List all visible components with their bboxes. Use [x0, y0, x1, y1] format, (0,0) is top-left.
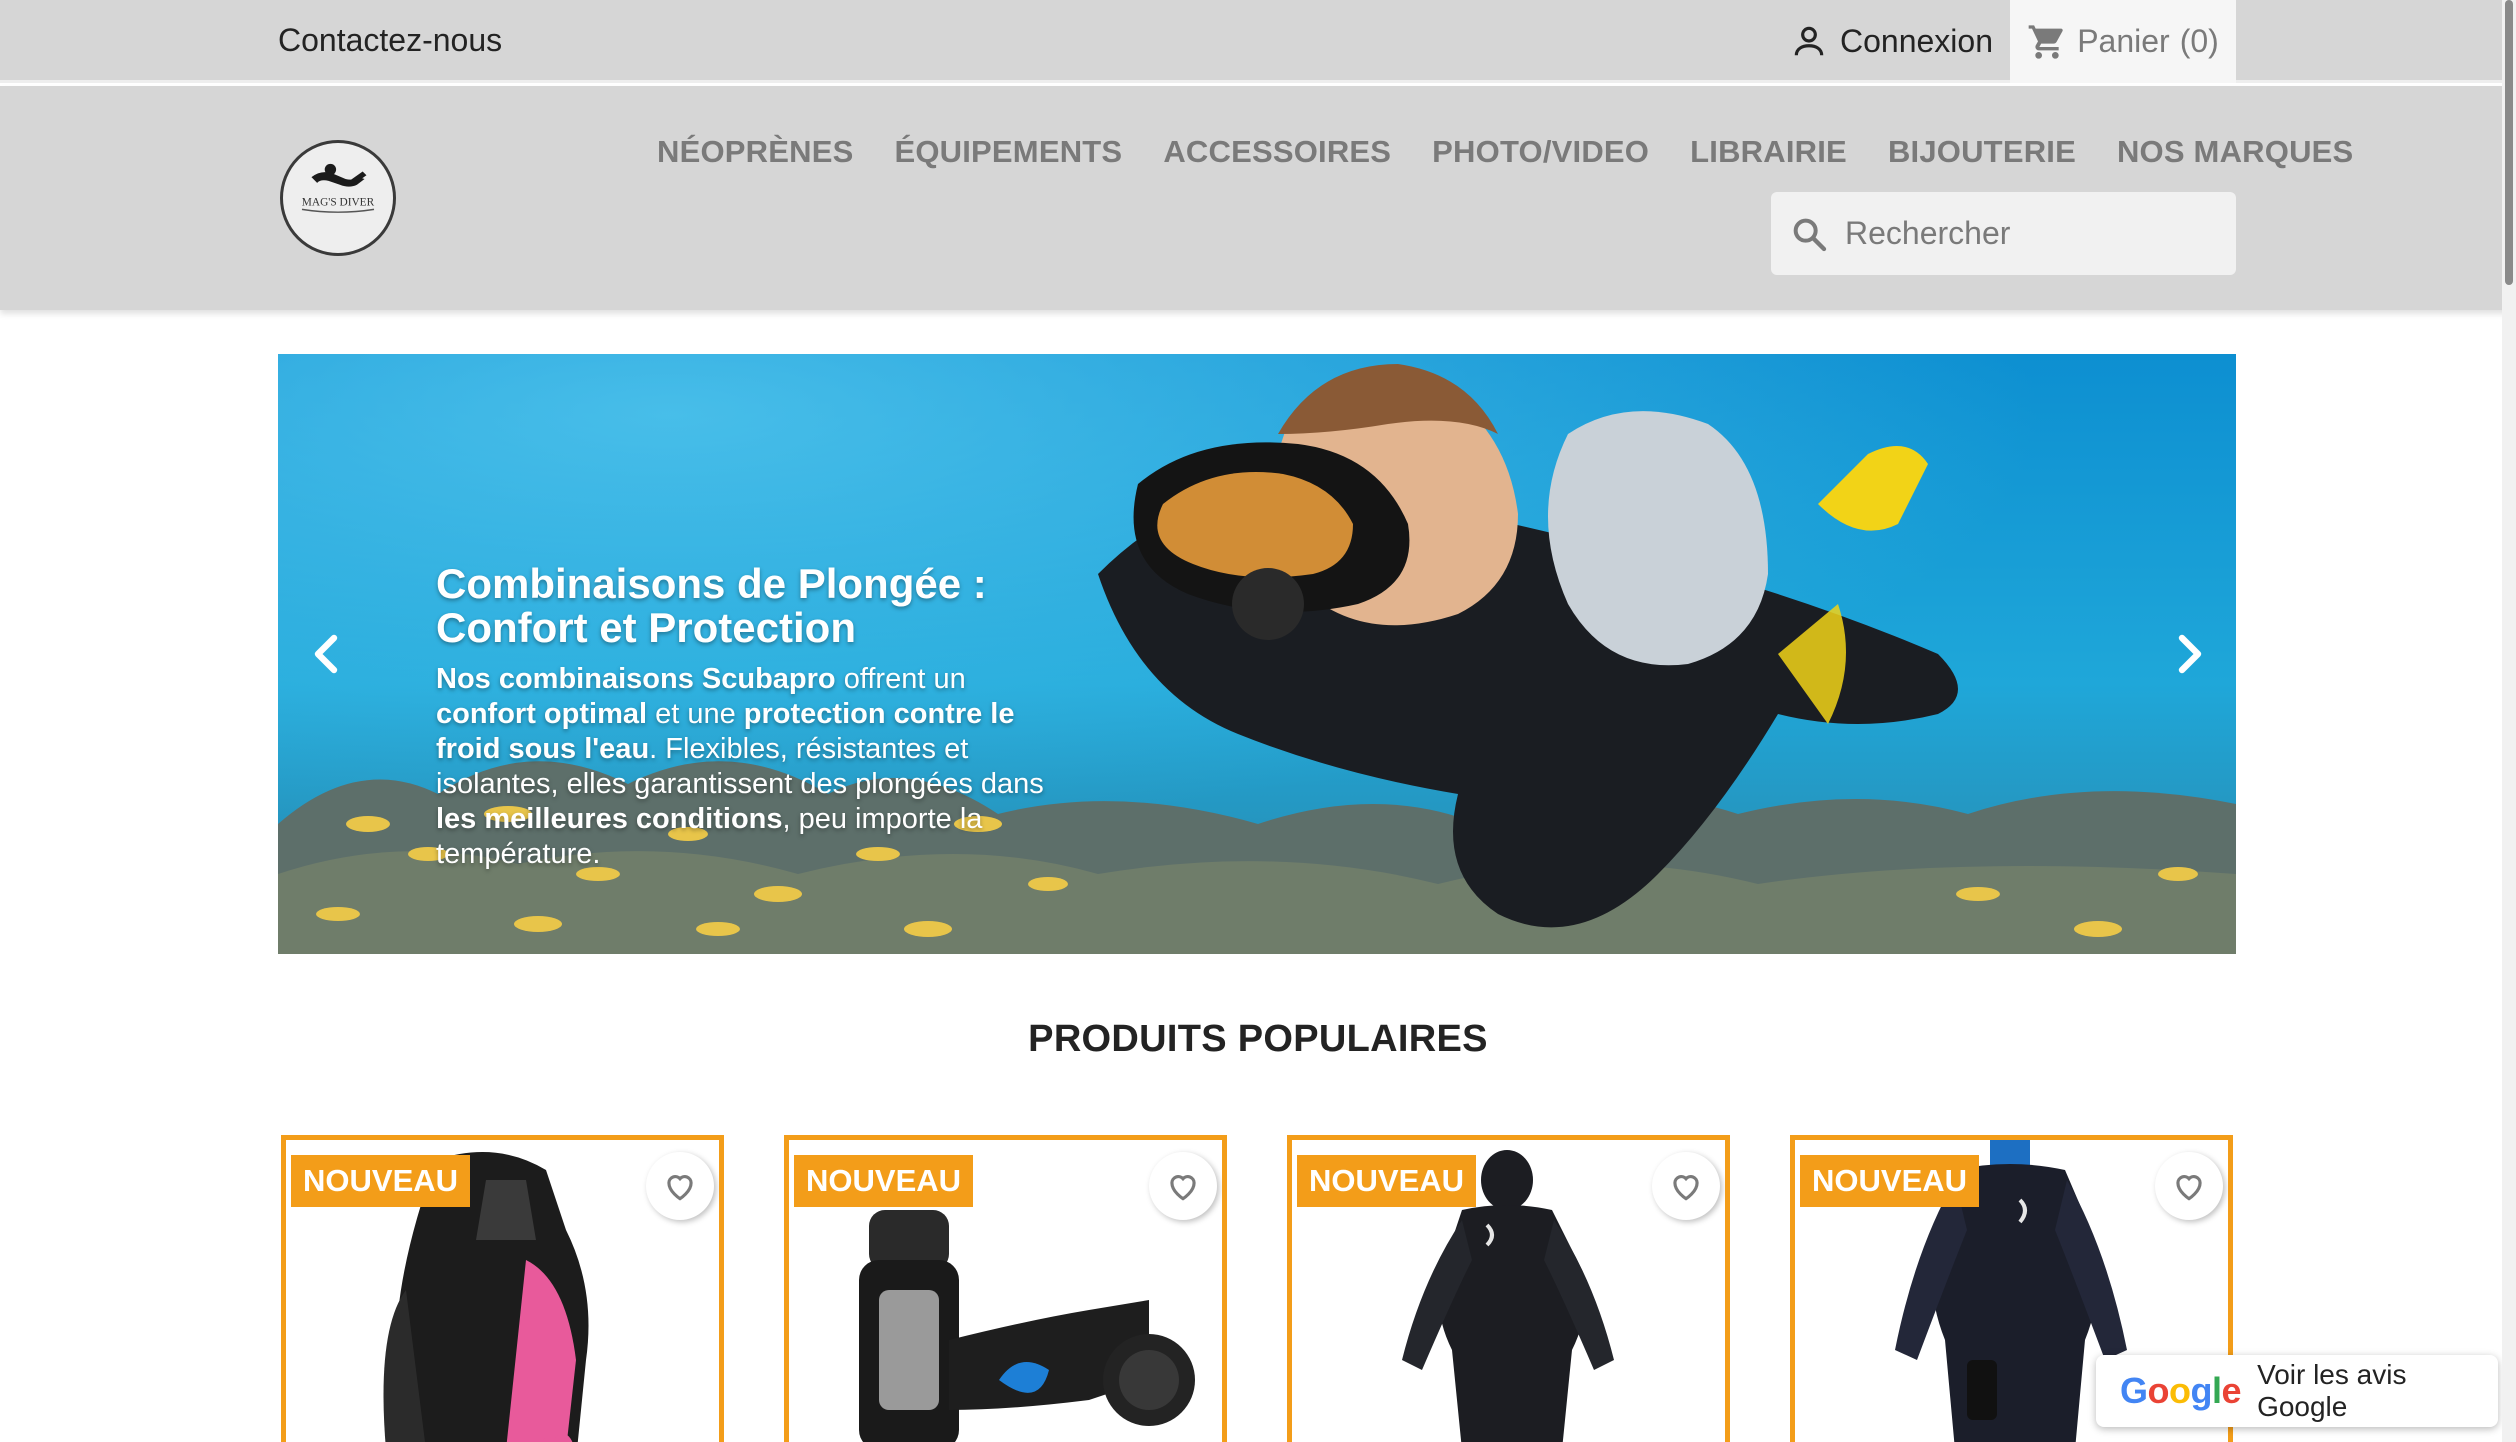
- google-logo-letter: o: [2169, 1370, 2191, 1411]
- cart-count: (0): [2179, 23, 2219, 59]
- scrollbar-thumb[interactable]: [2505, 0, 2513, 285]
- nav-item-neoprenes[interactable]: NÉOPRÈNES: [657, 134, 853, 170]
- search-input[interactable]: [1845, 215, 2225, 252]
- user-icon: [1794, 26, 1824, 56]
- hero-title-line-2: Confort et Protection: [436, 604, 856, 651]
- search-icon[interactable]: [1789, 214, 1829, 254]
- google-logo-letter: e: [2221, 1370, 2242, 1411]
- google-logo-letter: o: [2147, 1370, 2170, 1411]
- nav-item-librairie[interactable]: LIBRAIRIE: [1690, 134, 1847, 170]
- wishlist-button[interactable]: [1149, 1152, 1217, 1220]
- logo-diver-icon: MAG'S DIVER: [302, 163, 375, 213]
- cart-label: Panier: [2077, 23, 2170, 59]
- nav-item-bijouterie[interactable]: BIJOUTERIE: [1888, 134, 2076, 170]
- wishlist-button[interactable]: [2155, 1152, 2223, 1220]
- google-reviews-label: Voir les avis Google: [2257, 1359, 2407, 1422]
- new-badge: NOUVEAU: [1297, 1155, 1477, 1207]
- wishlist-button[interactable]: [646, 1152, 714, 1220]
- login-link[interactable]: Connexion: [1790, 22, 1993, 60]
- new-badge: NOUVEAU: [1800, 1155, 1980, 1207]
- nav-item-nos-marques[interactable]: NOS MARQUES: [2117, 134, 2353, 170]
- wishlist-button[interactable]: [1652, 1152, 1720, 1220]
- main-header: MAG'S DIVER NÉOPRÈNES ÉQUIPEMENTS ACCESS…: [0, 86, 2516, 310]
- page-scrollbar[interactable]: [2502, 0, 2516, 1442]
- cart-button[interactable]: Panier (0): [2010, 0, 2236, 83]
- product-card[interactable]: NOUVEAU: [1287, 1135, 1730, 1442]
- search-box: [1771, 192, 2236, 275]
- google-logo-letter: l: [2212, 1370, 2222, 1411]
- hero-text-part: confort optimal: [436, 698, 648, 730]
- site-logo[interactable]: MAG'S DIVER: [280, 140, 396, 256]
- nav-item-accessoires[interactable]: ACCESSOIRES: [1163, 134, 1391, 170]
- hero-text-part: les meilleures conditions: [436, 803, 783, 835]
- shopping-cart-icon: [2028, 24, 2063, 59]
- contact-link[interactable]: Contactez-nous: [278, 22, 502, 59]
- hero-carousel: Combinaisons de Plongée : Confort et Pro…: [278, 354, 2236, 954]
- heart-icon: [1673, 1175, 1699, 1201]
- hero-text: Nos combinaisons Scubapro offrent un con…: [436, 662, 1056, 872]
- login-label: Connexion: [1840, 22, 1993, 59]
- hero-caption: Combinaisons de Plongée : Confort et Pro…: [436, 562, 1056, 872]
- google-logo-letter: g: [2190, 1370, 2213, 1411]
- heart-icon: [2176, 1175, 2202, 1201]
- heart-icon: [667, 1175, 693, 1201]
- heart-icon: [1170, 1175, 1196, 1201]
- hero-title: Combinaisons de Plongée : Confort et Pro…: [436, 562, 1056, 650]
- google-reviews-widget[interactable]: Google Voir les avis Google: [2096, 1355, 2498, 1427]
- hero-title-line-1: Combinaisons de Plongée :: [436, 560, 987, 607]
- nav-item-equipements[interactable]: ÉQUIPEMENTS: [894, 134, 1122, 170]
- hero-text-part: Nos combinaisons Scubapro: [436, 663, 836, 695]
- product-list: SA NOUVEAU NOUVEAU: [281, 1135, 2233, 1442]
- chevron-left-icon: [314, 634, 338, 674]
- new-badge: NOUVEAU: [291, 1155, 471, 1207]
- top-bar: Contactez-nous Connexion Panier (0): [0, 0, 2516, 83]
- hero-text-part: offrent un: [835, 663, 966, 695]
- hero-text-part: et une: [647, 698, 744, 730]
- carousel-prev-button[interactable]: [298, 624, 358, 684]
- chevron-right-icon: [2178, 634, 2202, 674]
- main-nav: NÉOPRÈNES ÉQUIPEMENTS ACCESSOIRES PHOTO/…: [657, 134, 2353, 170]
- google-logo-letter: G: [2120, 1370, 2148, 1411]
- carousel-next-button[interactable]: [2158, 624, 2218, 684]
- new-badge: NOUVEAU: [794, 1155, 974, 1207]
- logo-text: MAG'S DIVER: [302, 197, 375, 209]
- section-title: PRODUITS POPULAIRES: [1028, 1018, 1488, 1060]
- product-card[interactable]: NOUVEAU: [784, 1135, 1227, 1442]
- nav-item-photo-video[interactable]: PHOTO/VIDEO: [1432, 134, 1649, 170]
- product-card[interactable]: SA NOUVEAU: [281, 1135, 724, 1442]
- google-logo: Google: [2120, 1370, 2242, 1412]
